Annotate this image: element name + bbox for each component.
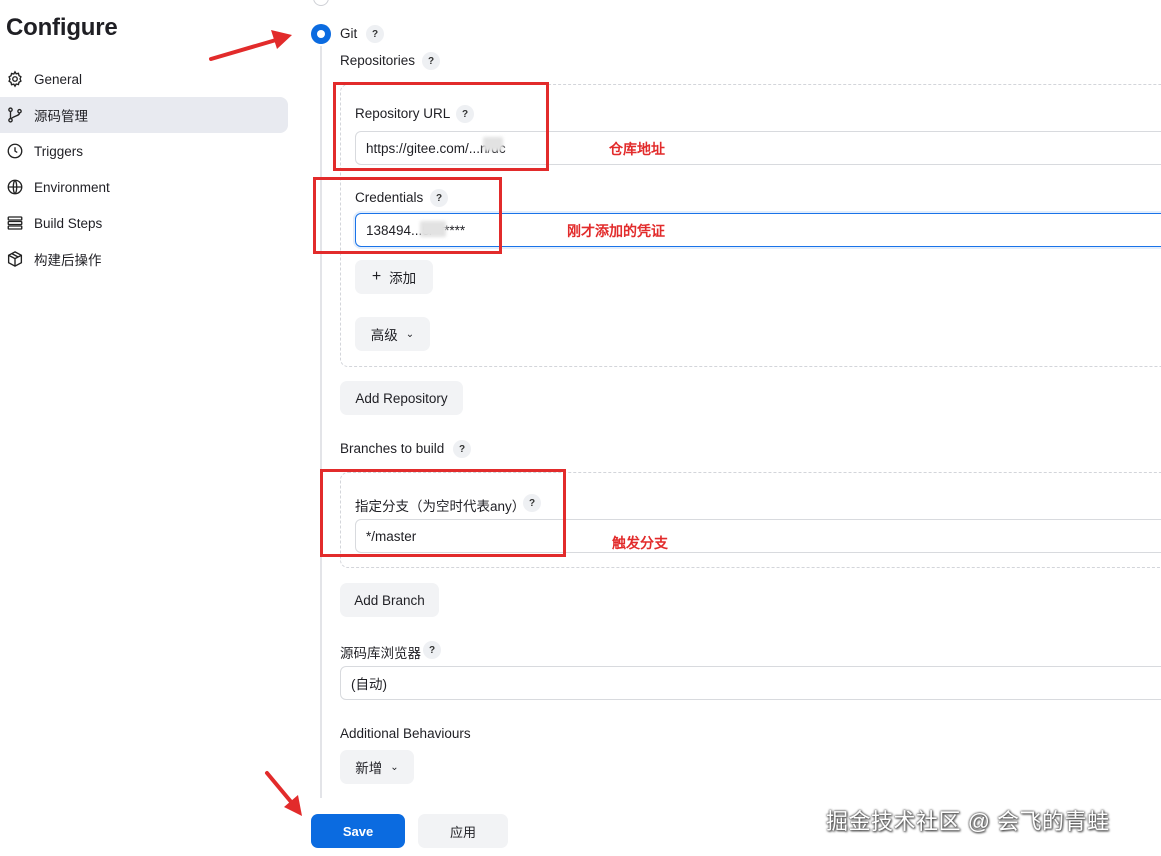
sidebar-item-triggers[interactable]: Triggers [0, 133, 288, 169]
sidebar-item-label: 构建后操作 [34, 253, 102, 268]
scm-none-radio[interactable] [313, 0, 329, 6]
help-icon[interactable]: ? [422, 52, 440, 70]
repo-browser-label: 源码库浏览器 [340, 646, 421, 661]
add-button-label: 添加 [389, 271, 417, 286]
repo-browser-select[interactable]: (自动) [340, 666, 1161, 700]
repositories-label: Repositories [340, 53, 416, 68]
annotation-box-repo-url [333, 82, 549, 171]
sidebar-item-scm[interactable]: 源码管理 [0, 97, 288, 133]
annotation-credentials: 刚才添加的凭证 [567, 223, 665, 239]
additional-behaviours-label: Additional Behaviours [340, 726, 471, 741]
annotation-box-credentials [313, 177, 502, 254]
advanced-button-label: 高级 [370, 328, 398, 343]
package-icon [7, 251, 23, 267]
annotation-branch: 触发分支 [612, 535, 668, 551]
sidebar-item-label: 源码管理 [34, 109, 88, 124]
watermark: 掘金技术社区 @ 会飞的青蛙 [826, 809, 1110, 834]
list-icon [7, 216, 23, 230]
sidebar-nav: General 源码管理 Triggers Environment Build … [0, 61, 288, 277]
annotation-box-branch [320, 469, 566, 557]
annotation-repo-url: 仓库地址 [609, 141, 665, 157]
save-button[interactable]: Save [311, 814, 405, 848]
branch-icon [8, 107, 22, 123]
sidebar-item-label: Environment [34, 179, 110, 195]
new-behaviour-button[interactable]: 新增 ⌄ [340, 750, 414, 784]
sidebar-item-label: General [34, 71, 83, 87]
add-repository-button[interactable]: Add Repository [340, 381, 463, 415]
chevron-down-icon: ⌄ [390, 761, 399, 773]
sidebar-item-label: Build Steps [34, 215, 103, 231]
plus-icon: + [371, 268, 382, 285]
add-branch-button[interactable]: Add Branch [340, 583, 439, 617]
sidebar-item-label: Triggers [34, 143, 84, 159]
gear-icon [8, 70, 22, 88]
chevron-down-icon: ⌄ [405, 328, 415, 340]
globe-icon [7, 179, 23, 195]
page-title: Configure [6, 14, 118, 41]
clock-icon [7, 143, 23, 159]
sidebar-item-general[interactable]: General [0, 61, 288, 97]
help-icon[interactable]: ? [453, 440, 471, 458]
add-credentials-button[interactable]: + 添加 [355, 260, 433, 294]
sidebar-item-environment[interactable]: Environment [0, 169, 288, 205]
section-guide-line [320, 46, 322, 798]
sidebar-item-build-steps[interactable]: Build Steps [0, 205, 288, 241]
branches-label: Branches to build [340, 441, 445, 456]
repo-browser-value: (自动) [351, 677, 387, 692]
advanced-button[interactable]: 高级 ⌄ [355, 317, 430, 351]
help-icon[interactable]: ? [366, 25, 384, 43]
git-option-label: Git [340, 26, 358, 41]
sidebar-item-post-build[interactable]: 构建后操作 [0, 241, 288, 277]
arrow-to-git-icon [209, 30, 292, 61]
git-radio[interactable] [311, 24, 331, 44]
help-icon[interactable]: ? [423, 641, 441, 659]
new-button-label: 新增 [355, 761, 383, 776]
apply-button[interactable]: 应用 [418, 814, 508, 848]
arrow-to-save-icon [265, 771, 302, 816]
